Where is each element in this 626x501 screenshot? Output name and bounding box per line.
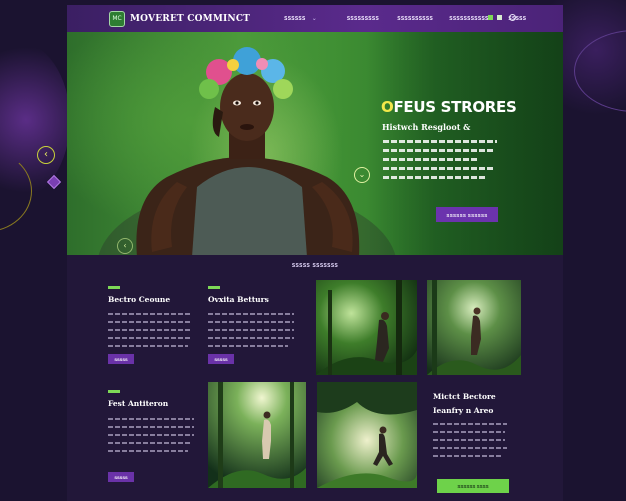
content-card: Mictct Bectore Ieanfry n Areo	[433, 390, 517, 463]
card-tag	[208, 286, 220, 289]
card-button[interactable]: SSSSS	[108, 472, 134, 482]
hero-subtitle: Histwch Resgloot &	[382, 122, 471, 132]
nav-item-1[interactable]: SSSSSS	[284, 16, 306, 22]
nav-item-4[interactable]: SSSSSSSSSSSS	[449, 16, 492, 22]
card-title: Bectro Ceoune	[108, 295, 171, 304]
card-button[interactable]: SSSSS	[208, 354, 234, 364]
card-body-text	[108, 313, 192, 347]
hero-title-initial: O	[381, 98, 394, 116]
card-title: Fest Antiteron	[108, 399, 169, 408]
card-title-line2: Ieanfry n Areo	[433, 406, 494, 415]
chevron-down-icon[interactable]: ⌄	[312, 15, 317, 22]
card-button[interactable]: SSSSS	[108, 354, 134, 364]
search-icon[interactable]	[509, 14, 516, 21]
forest-photo	[317, 382, 417, 488]
chevron-down-icon[interactable]: ⌄	[354, 167, 370, 183]
hero-title-rest: FEUS STRORES	[393, 98, 517, 116]
forest-photo	[316, 280, 417, 375]
forest-photo	[427, 280, 521, 375]
forest-photo	[208, 382, 306, 488]
carousel-prev-icon[interactable]: ‹	[37, 146, 55, 164]
nav-item-2[interactable]: SSSSSSSSS	[347, 16, 379, 22]
hero-title: OFEUS STRORES	[381, 98, 517, 116]
content-card: Fest Antiteron	[108, 390, 194, 458]
card-body-text	[433, 423, 517, 457]
cart-icon[interactable]	[497, 15, 502, 20]
card-title: Ovxita Betturs	[208, 295, 269, 304]
section-heading: SSSSS SSSSSSS	[291, 263, 339, 269]
hero-portrait-image	[98, 47, 396, 255]
website-mockup: MC MOVERET COMMINCT SSSSSS ⌄ SSSSSSSSS S…	[67, 5, 563, 501]
content-card: Bectro Ceoune	[108, 286, 192, 353]
hero-cta-button[interactable]: SSSSSS SSSSSS	[436, 207, 498, 222]
card-tag	[108, 390, 120, 393]
logo-icon[interactable]: MC	[109, 10, 125, 27]
site-brand[interactable]: MOVERET COMMINCT	[130, 14, 250, 24]
card-body-text	[208, 313, 294, 347]
card-tag	[108, 286, 120, 289]
hero-body-text	[383, 140, 503, 185]
user-icon[interactable]	[488, 15, 493, 20]
card-body-text	[108, 418, 194, 452]
card-title: Mictct Bectore	[433, 392, 496, 401]
nav-item-3[interactable]: SSSSSSSSSS	[397, 16, 433, 22]
header-icons	[488, 14, 516, 21]
content-card: Ovxita Betturs	[208, 286, 294, 353]
site-header: MC MOVERET COMMINCT SSSSSS ⌄ SSSSSSSSS S…	[67, 5, 563, 32]
card-cta-button[interactable]: SSSSSS SSSS	[437, 479, 509, 493]
carousel-prev-icon[interactable]: ‹	[117, 238, 133, 254]
